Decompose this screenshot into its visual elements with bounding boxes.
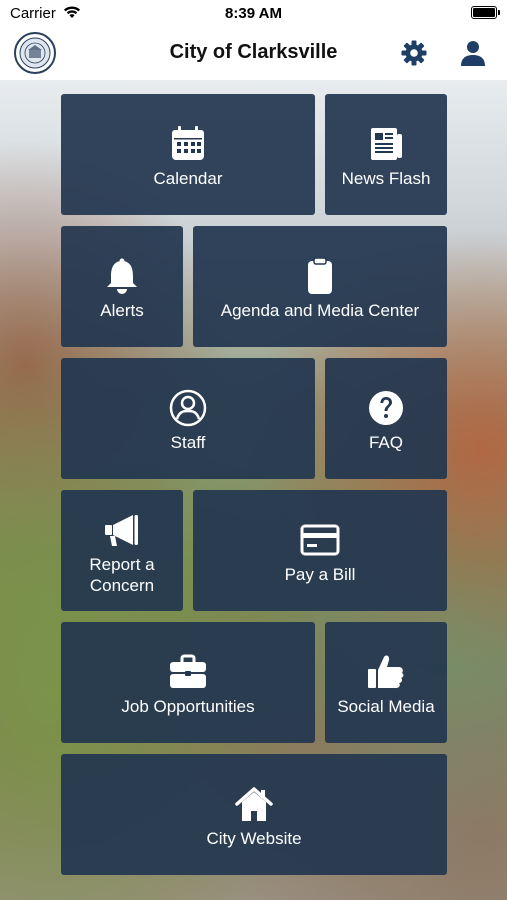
tile-label: Staff	[170, 433, 206, 452]
tile-staff[interactable]: Staff	[61, 358, 315, 479]
tile-news-flash[interactable]: News Flash	[325, 94, 447, 215]
tile-social-media[interactable]: Social Media	[325, 622, 447, 743]
status-time: 8:39 AM	[225, 5, 282, 22]
megaphone-icon	[105, 515, 138, 546]
briefcase-icon	[170, 654, 206, 688]
page-title: City of Clarksville	[169, 41, 338, 63]
tile-agenda-media-center[interactable]: Agenda and Media Center	[193, 226, 447, 347]
tile-job-opportunities[interactable]: Job Opportunities	[61, 622, 315, 743]
tile-alerts[interactable]: Alerts	[61, 226, 183, 347]
tile-label: City Website	[206, 829, 302, 848]
calendar-icon	[172, 126, 204, 160]
clipboard-icon	[308, 257, 332, 294]
tile-faq[interactable]: FAQ	[325, 358, 447, 479]
tile-label: Report a Concern	[89, 555, 155, 595]
tile-label: Agenda and Media Center	[220, 301, 420, 320]
tile-pay-bill[interactable]: Pay a Bill	[193, 490, 447, 611]
question-icon	[369, 391, 403, 425]
thumbs-up-icon	[368, 655, 404, 688]
tile-label: Pay a Bill	[284, 565, 356, 584]
tile-label: News Flash	[341, 169, 431, 188]
tile-label: Alerts	[100, 301, 144, 320]
home-icon	[235, 787, 273, 821]
tile-label: Job Opportunities	[121, 697, 255, 716]
settings-gear-icon[interactable]	[400, 39, 428, 67]
nav-bar: City of Clarksville	[0, 26, 507, 81]
credit-card-icon	[300, 524, 340, 556]
newspaper-icon	[371, 128, 402, 160]
bell-icon	[107, 258, 137, 294]
user-profile-icon[interactable]	[459, 39, 487, 67]
user-circle-icon	[169, 389, 207, 427]
tile-label: Social Media	[337, 697, 435, 716]
tile-report-concern[interactable]: Report a Concern	[61, 490, 183, 611]
battery-icon	[471, 6, 500, 19]
tile-label: FAQ	[368, 433, 403, 452]
status-bar: Carrier 8:39 AM	[0, 0, 507, 26]
tile-city-website[interactable]: City Website	[61, 754, 447, 875]
tile-label: Calendar	[153, 169, 223, 188]
tile-calendar[interactable]: Calendar	[61, 94, 315, 215]
